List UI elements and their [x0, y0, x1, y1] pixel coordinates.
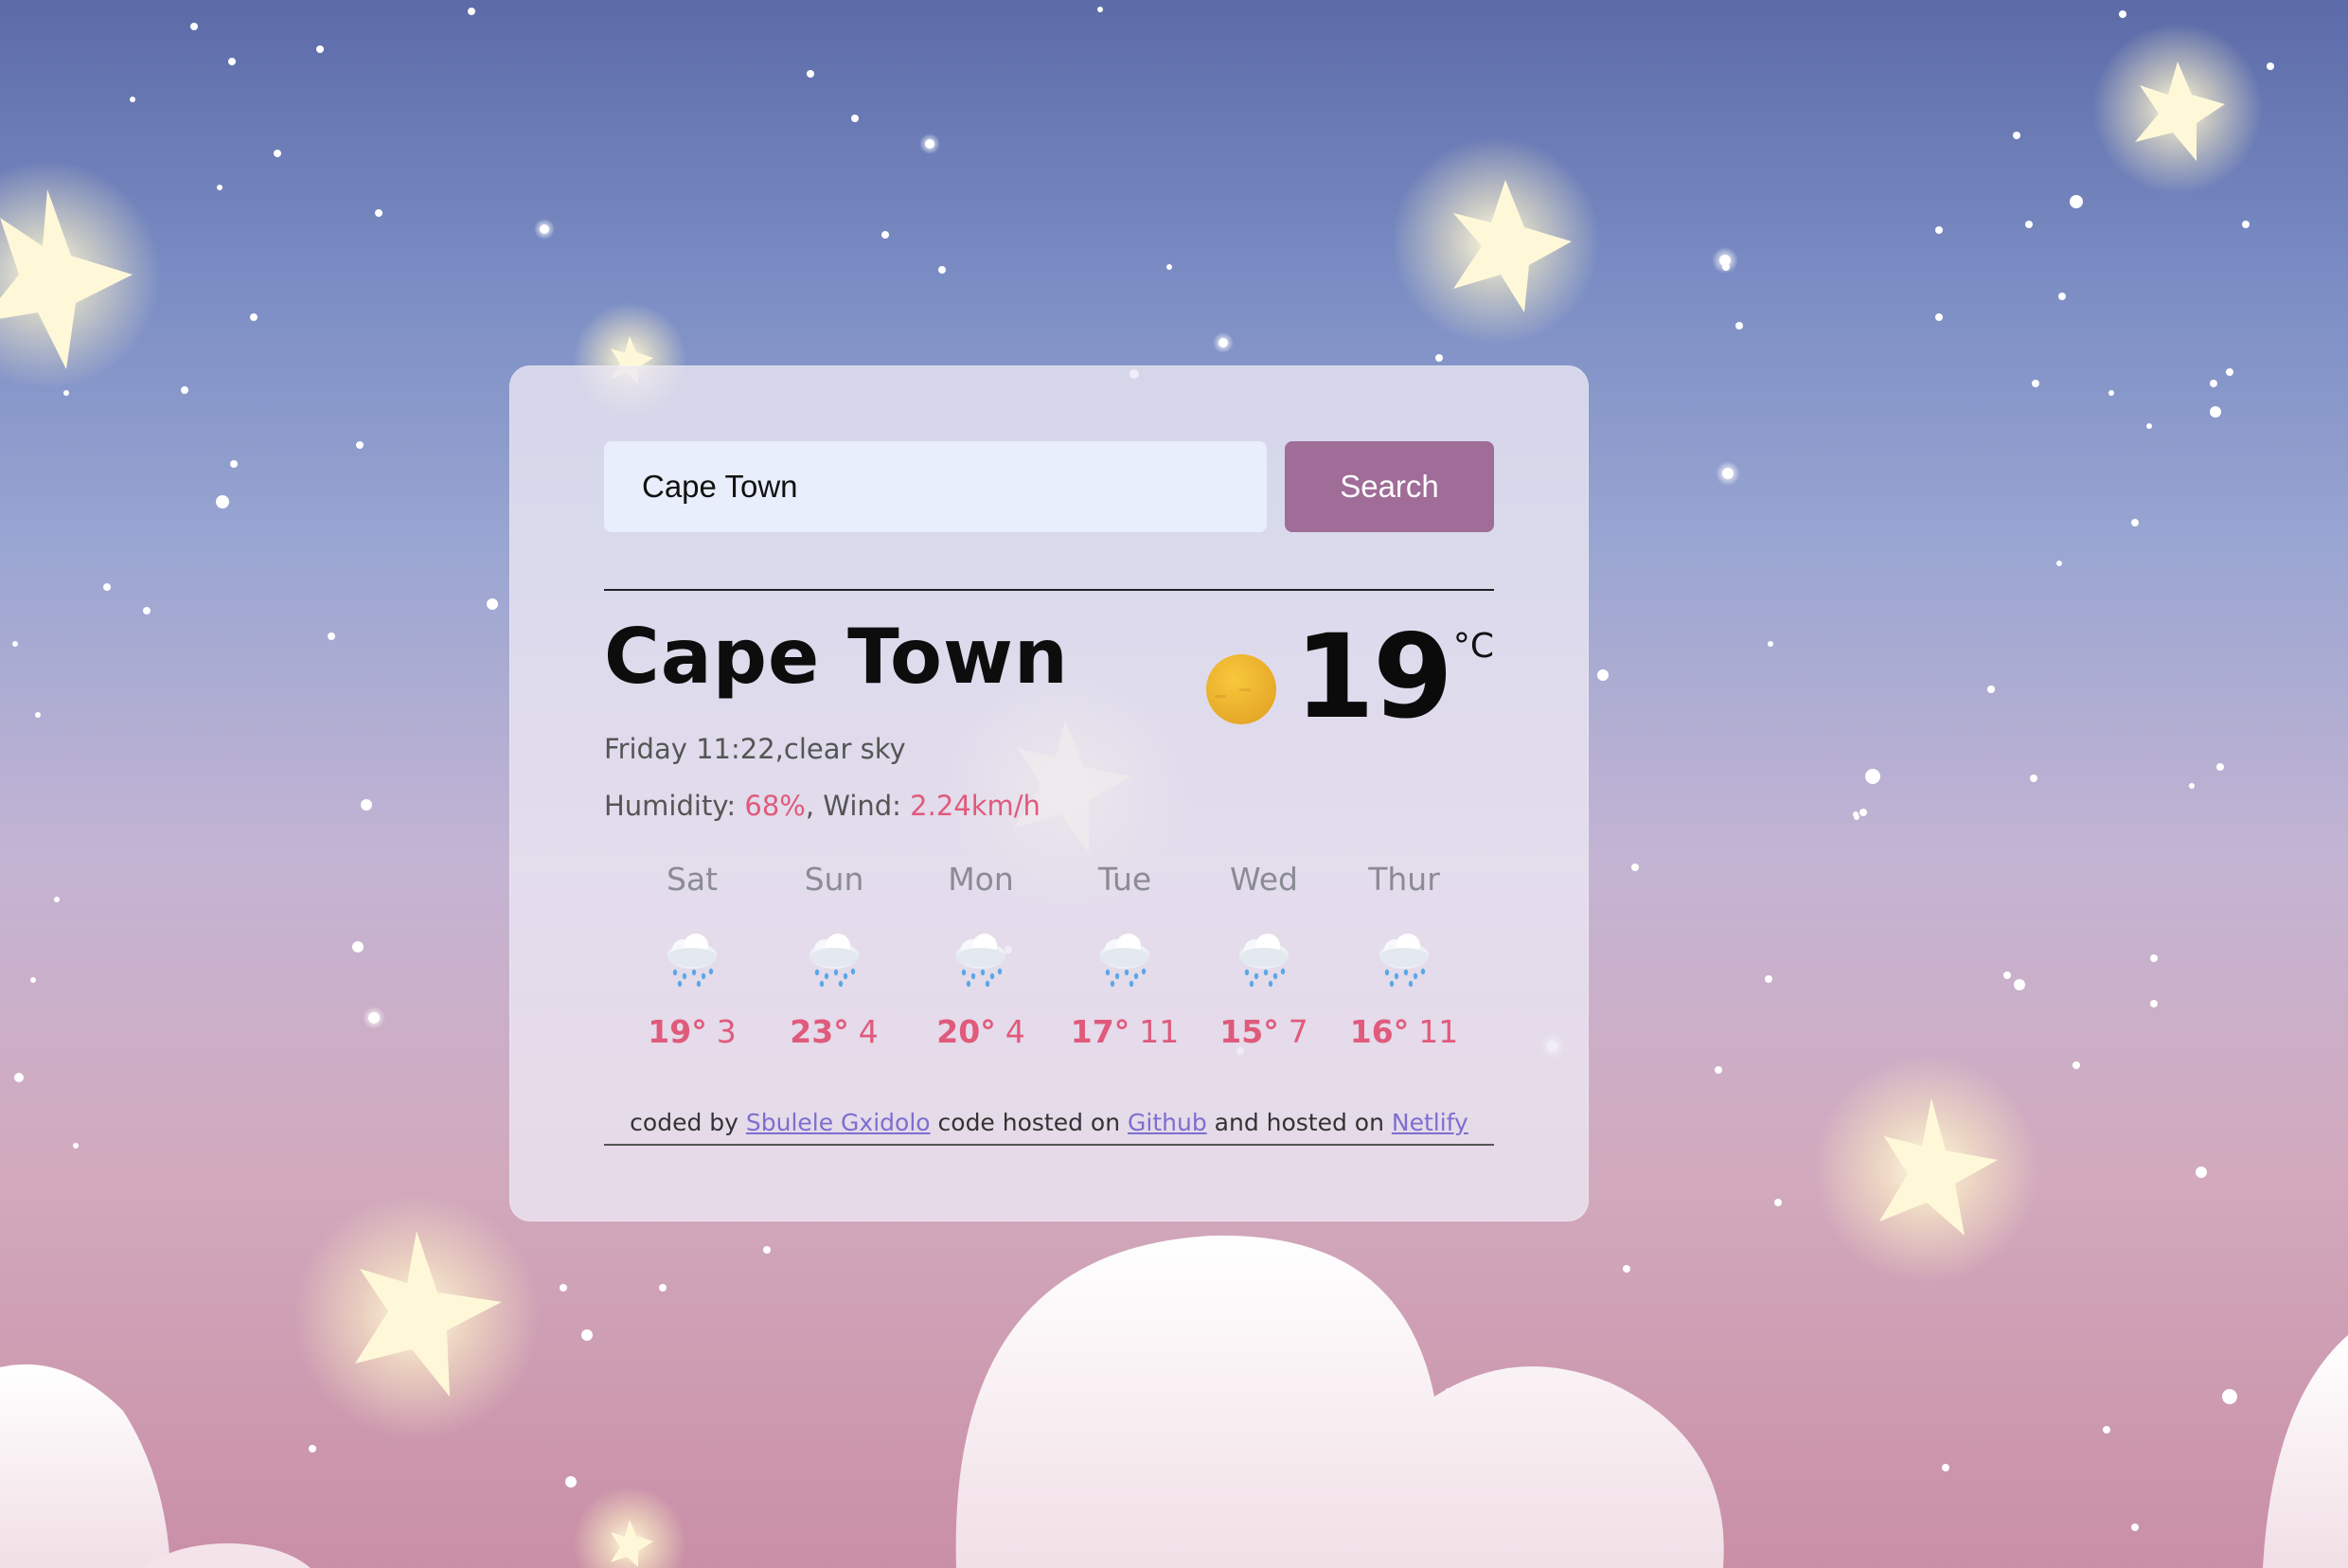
forecast-max-temp: 20°: [936, 1013, 996, 1050]
forecast-min-temp: 7: [1288, 1013, 1308, 1050]
wind-label: , Wind:: [805, 790, 911, 822]
forecast-min-temp: 3: [716, 1013, 737, 1050]
forecast-temps: 16° 11: [1333, 1016, 1475, 1047]
bottom-divider: [604, 1144, 1494, 1146]
page: Search Cape Town Friday 11:22,clear sky …: [0, 0, 2348, 1568]
temperature-value: 19: [1294, 610, 1453, 744]
forecast-day-name: Wed: [1230, 861, 1298, 898]
forecast-day-name: Sun: [804, 861, 864, 898]
forecast-day: Tue 17° 11: [1054, 864, 1196, 1047]
temperature-unit: °C: [1452, 627, 1494, 666]
top-divider: [604, 589, 1494, 591]
search-form: Search: [604, 441, 1494, 532]
forecast-day: Sat 19° 3: [621, 864, 763, 1047]
humidity-label: Humidity:: [604, 790, 745, 822]
search-button[interactable]: Search: [1285, 441, 1494, 532]
forecast-min-temp: 11: [1139, 1013, 1180, 1050]
forecast-day: Mon 20° 4: [910, 864, 1052, 1047]
forecast-temps: 15° 7: [1193, 1016, 1335, 1047]
forecast-temps: 20° 4: [910, 1016, 1052, 1047]
rain-cloud-icon: [951, 929, 1011, 989]
forecast-temps: 17° 11: [1054, 1016, 1196, 1047]
forecast-max-temp: 17°: [1070, 1013, 1130, 1050]
forecast-max-temp: 23°: [790, 1013, 849, 1050]
forecast-temps: 19° 3: [621, 1016, 763, 1047]
rain-cloud-icon: [804, 929, 864, 989]
forecast-day: Sun 23° 4: [763, 864, 905, 1047]
forecast-day: Thur 16° 11: [1333, 864, 1475, 1047]
current-temperature: 19 °C: [1205, 619, 1494, 742]
forecast-day-name: Tue: [1097, 861, 1152, 898]
date-description: Friday 11:22,clear sky: [604, 733, 906, 765]
github-link[interactable]: Github: [1128, 1109, 1207, 1136]
forecast-list: Sat 19° 3 Sun 23° 4 Mon 20° 4 Tue 17° 11 Wed: [604, 864, 1494, 1053]
weather-card: Search Cape Town Friday 11:22,clear sky …: [509, 365, 1589, 1221]
clouds: [0, 1235, 2348, 1568]
rain-cloud-icon: [662, 929, 722, 989]
forecast-temps: 23° 4: [763, 1016, 905, 1047]
rain-cloud-icon: [1374, 929, 1434, 989]
footer-text: and hosted on: [1206, 1109, 1392, 1136]
forecast-day-name: Mon: [948, 861, 1014, 898]
humidity-value: 68%: [744, 790, 806, 822]
rain-cloud-icon: [1234, 929, 1294, 989]
forecast-max-temp: 15°: [1219, 1013, 1279, 1050]
rain-cloud-icon: [1094, 929, 1155, 989]
netlify-link[interactable]: Netlify: [1392, 1109, 1468, 1136]
footer-text: code hosted on: [930, 1109, 1129, 1136]
city-name: Cape Town: [604, 613, 1069, 701]
footer: coded by Sbulele Gxidolo code hosted on …: [604, 1108, 1494, 1137]
sun-icon: [1205, 653, 1277, 725]
footer-text: coded by: [630, 1109, 746, 1136]
city-search-input[interactable]: [604, 441, 1267, 532]
forecast-min-temp: 4: [1005, 1013, 1025, 1050]
weather-details: Humidity: 68%, Wind: 2.24km/h: [604, 790, 1041, 822]
forecast-max-temp: 16°: [1349, 1013, 1410, 1050]
forecast-max-temp: 19°: [648, 1013, 707, 1050]
forecast-day-name: Thur: [1368, 861, 1440, 898]
forecast-min-temp: 11: [1418, 1013, 1459, 1050]
author-link[interactable]: Sbulele Gxidolo: [746, 1109, 931, 1136]
forecast-min-temp: 4: [858, 1013, 879, 1050]
wind-value: 2.24km/h: [910, 790, 1041, 822]
forecast-day-name: Sat: [666, 861, 719, 898]
forecast-day: Wed 15° 7: [1193, 864, 1335, 1047]
